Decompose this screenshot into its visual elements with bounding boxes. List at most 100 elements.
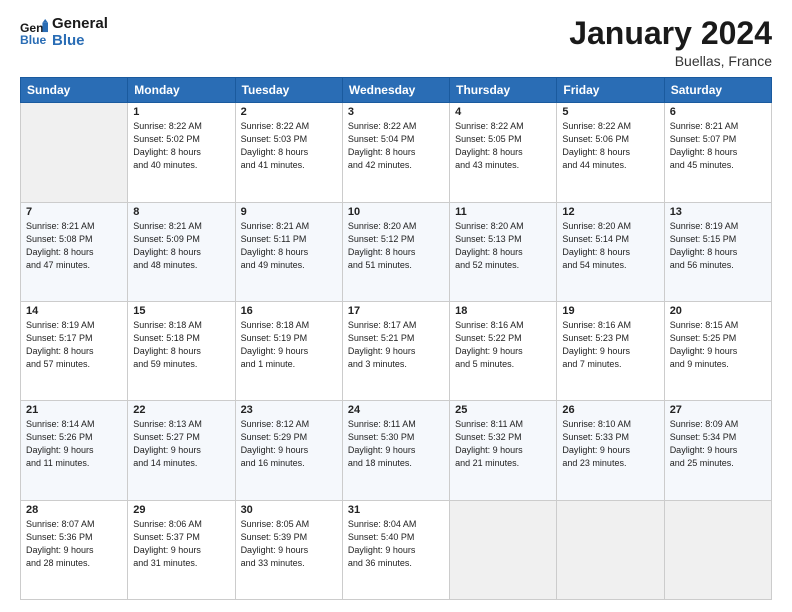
- day-number: 1: [133, 106, 229, 118]
- day-info: Sunrise: 8:22 AMSunset: 5:02 PMDaylight:…: [133, 120, 229, 172]
- calendar-cell: 5 Sunrise: 8:22 AMSunset: 5:06 PMDaylight…: [557, 103, 664, 202]
- day-number: 17: [348, 305, 444, 317]
- page: General Blue General Blue January 2024 B…: [0, 0, 792, 612]
- day-number: 20: [670, 305, 766, 317]
- day-info: Sunrise: 8:09 AMSunset: 5:34 PMDaylight:…: [670, 418, 766, 470]
- day-info: Sunrise: 8:20 AMSunset: 5:12 PMDaylight:…: [348, 220, 444, 272]
- day-number: 15: [133, 305, 229, 317]
- day-number: 27: [670, 404, 766, 416]
- day-header-monday: Monday: [128, 78, 235, 103]
- day-number: 23: [241, 404, 337, 416]
- day-info: Sunrise: 8:11 AMSunset: 5:32 PMDaylight:…: [455, 418, 551, 470]
- day-header-wednesday: Wednesday: [342, 78, 449, 103]
- calendar-cell: 1 Sunrise: 8:22 AMSunset: 5:02 PMDaylight…: [128, 103, 235, 202]
- day-info: Sunrise: 8:17 AMSunset: 5:21 PMDaylight:…: [348, 319, 444, 371]
- day-number: 4: [455, 106, 551, 118]
- calendar-cell: 29 Sunrise: 8:06 AMSunset: 5:37 PMDayligh…: [128, 500, 235, 599]
- calendar-cell: 25 Sunrise: 8:11 AMSunset: 5:32 PMDayligh…: [450, 401, 557, 500]
- day-number: 11: [455, 206, 551, 218]
- day-number: 14: [26, 305, 122, 317]
- svg-text:Blue: Blue: [20, 33, 47, 47]
- day-number: 25: [455, 404, 551, 416]
- header: General Blue General Blue January 2024 B…: [20, 16, 772, 69]
- day-info: Sunrise: 8:20 AMSunset: 5:14 PMDaylight:…: [562, 220, 658, 272]
- day-info: Sunrise: 8:20 AMSunset: 5:13 PMDaylight:…: [455, 220, 551, 272]
- day-number: 28: [26, 504, 122, 516]
- calendar-cell: 27 Sunrise: 8:09 AMSunset: 5:34 PMDayligh…: [664, 401, 771, 500]
- day-info: Sunrise: 8:05 AMSunset: 5:39 PMDaylight:…: [241, 518, 337, 570]
- day-info: Sunrise: 8:19 AMSunset: 5:17 PMDaylight:…: [26, 319, 122, 371]
- day-number: 29: [133, 504, 229, 516]
- day-number: 12: [562, 206, 658, 218]
- calendar-cell: 20 Sunrise: 8:15 AMSunset: 5:25 PMDayligh…: [664, 301, 771, 400]
- calendar-cell: 19 Sunrise: 8:16 AMSunset: 5:23 PMDayligh…: [557, 301, 664, 400]
- day-number: 6: [670, 106, 766, 118]
- logo: General Blue General Blue: [20, 16, 108, 49]
- day-number: 30: [241, 504, 337, 516]
- logo-icon: General Blue: [20, 19, 48, 47]
- day-number: 21: [26, 404, 122, 416]
- calendar-table: SundayMondayTuesdayWednesdayThursdayFrid…: [20, 77, 772, 600]
- day-info: Sunrise: 8:16 AMSunset: 5:23 PMDaylight:…: [562, 319, 658, 371]
- day-header-saturday: Saturday: [664, 78, 771, 103]
- location: Buellas, France: [569, 53, 772, 69]
- day-info: Sunrise: 8:14 AMSunset: 5:26 PMDaylight:…: [26, 418, 122, 470]
- calendar-cell: [21, 103, 128, 202]
- calendar-cell: 31Sunrise: 8:04 AMSunset: 5:40 PMDayligh…: [342, 500, 449, 599]
- day-number: 9: [241, 206, 337, 218]
- calendar-cell: 11 Sunrise: 8:20 AMSunset: 5:13 PMDayligh…: [450, 202, 557, 301]
- calendar-cell: 23 Sunrise: 8:12 AMSunset: 5:29 PMDayligh…: [235, 401, 342, 500]
- calendar-cell: 21 Sunrise: 8:14 AMSunset: 5:26 PMDayligh…: [21, 401, 128, 500]
- calendar-cell: 28 Sunrise: 8:07 AMSunset: 5:36 PMDayligh…: [21, 500, 128, 599]
- calendar-cell: 3 Sunrise: 8:22 AMSunset: 5:04 PMDaylight…: [342, 103, 449, 202]
- day-info: Sunrise: 8:21 AMSunset: 5:07 PMDaylight:…: [670, 120, 766, 172]
- day-info: Sunrise: 8:13 AMSunset: 5:27 PMDaylight:…: [133, 418, 229, 470]
- day-info: Sunrise: 8:07 AMSunset: 5:36 PMDaylight:…: [26, 518, 122, 570]
- calendar-cell: 4 Sunrise: 8:22 AMSunset: 5:05 PMDaylight…: [450, 103, 557, 202]
- day-info: Sunrise: 8:18 AMSunset: 5:18 PMDaylight:…: [133, 319, 229, 371]
- day-info: Sunrise: 8:22 AMSunset: 5:06 PMDaylight:…: [562, 120, 658, 172]
- calendar-cell: 13 Sunrise: 8:19 AMSunset: 5:15 PMDayligh…: [664, 202, 771, 301]
- calendar-cell: 14 Sunrise: 8:19 AMSunset: 5:17 PMDayligh…: [21, 301, 128, 400]
- day-number: 10: [348, 206, 444, 218]
- calendar-cell: 6 Sunrise: 8:21 AMSunset: 5:07 PMDaylight…: [664, 103, 771, 202]
- calendar-cell: 22 Sunrise: 8:13 AMSunset: 5:27 PMDayligh…: [128, 401, 235, 500]
- week-row-1: 1 Sunrise: 8:22 AMSunset: 5:02 PMDaylight…: [21, 103, 772, 202]
- day-number: 31: [348, 504, 444, 516]
- day-number: 24: [348, 404, 444, 416]
- logo-blue: Blue: [52, 33, 108, 50]
- day-number: 16: [241, 305, 337, 317]
- day-info: Sunrise: 8:22 AMSunset: 5:04 PMDaylight:…: [348, 120, 444, 172]
- day-info: Sunrise: 8:15 AMSunset: 5:25 PMDaylight:…: [670, 319, 766, 371]
- calendar-cell: 26Sunrise: 8:10 AMSunset: 5:33 PMDayligh…: [557, 401, 664, 500]
- logo-general: General: [52, 16, 108, 33]
- day-header-thursday: Thursday: [450, 78, 557, 103]
- day-number: 13: [670, 206, 766, 218]
- calendar-cell: 18Sunrise: 8:16 AMSunset: 5:22 PMDayligh…: [450, 301, 557, 400]
- calendar-cell: 9 Sunrise: 8:21 AMSunset: 5:11 PMDaylight…: [235, 202, 342, 301]
- day-header-friday: Friday: [557, 78, 664, 103]
- day-number: 19: [562, 305, 658, 317]
- month-title: January 2024: [569, 16, 772, 51]
- calendar-cell: [664, 500, 771, 599]
- day-info: Sunrise: 8:22 AMSunset: 5:03 PMDaylight:…: [241, 120, 337, 172]
- day-info: Sunrise: 8:06 AMSunset: 5:37 PMDaylight:…: [133, 518, 229, 570]
- calendar-cell: 16Sunrise: 8:18 AMSunset: 5:19 PMDayligh…: [235, 301, 342, 400]
- day-info: Sunrise: 8:21 AMSunset: 5:11 PMDaylight:…: [241, 220, 337, 272]
- day-info: Sunrise: 8:21 AMSunset: 5:08 PMDaylight:…: [26, 220, 122, 272]
- calendar-cell: 7Sunrise: 8:21 AMSunset: 5:08 PMDaylight…: [21, 202, 128, 301]
- day-info: Sunrise: 8:21 AMSunset: 5:09 PMDaylight:…: [133, 220, 229, 272]
- day-number: 3: [348, 106, 444, 118]
- calendar-cell: 12 Sunrise: 8:20 AMSunset: 5:14 PMDayligh…: [557, 202, 664, 301]
- calendar-cell: 2Sunrise: 8:22 AMSunset: 5:03 PMDaylight…: [235, 103, 342, 202]
- day-info: Sunrise: 8:12 AMSunset: 5:29 PMDaylight:…: [241, 418, 337, 470]
- day-number: 18: [455, 305, 551, 317]
- calendar-cell: 8Sunrise: 8:21 AMSunset: 5:09 PMDaylight…: [128, 202, 235, 301]
- week-row-4: 21 Sunrise: 8:14 AMSunset: 5:26 PMDayligh…: [21, 401, 772, 500]
- day-number: 22: [133, 404, 229, 416]
- day-info: Sunrise: 8:22 AMSunset: 5:05 PMDaylight:…: [455, 120, 551, 172]
- calendar-cell: 17 Sunrise: 8:17 AMSunset: 5:21 PMDayligh…: [342, 301, 449, 400]
- day-number: 5: [562, 106, 658, 118]
- day-info: Sunrise: 8:19 AMSunset: 5:15 PMDaylight:…: [670, 220, 766, 272]
- week-row-2: 7Sunrise: 8:21 AMSunset: 5:08 PMDaylight…: [21, 202, 772, 301]
